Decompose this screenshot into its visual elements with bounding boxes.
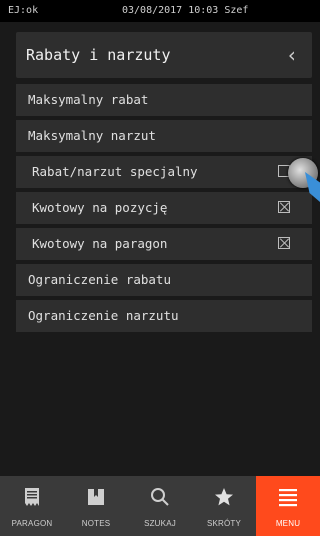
list-item-label: Maksymalny rabat <box>28 92 149 107</box>
nav-label: SZUKAJ <box>144 519 176 528</box>
list-item-maksymalny-rabat[interactable]: Maksymalny rabat <box>16 84 312 116</box>
receipt-icon <box>0 486 64 508</box>
list-item-ograniczenie-narzutu[interactable]: Ograniczenie narzutu <box>16 300 312 332</box>
list-item-label: Ograniczenie rabatu <box>28 272 171 287</box>
nav-label: MENU <box>275 519 301 528</box>
status-bar: EJ:ok 03/08/2017 10:03 Szef <box>0 0 320 22</box>
list-item-label: Kwotowy na paragon <box>32 236 168 251</box>
bottom-navigation: PARAGON NOTES SZUKAJ SKRÓTY MENU <box>0 476 320 536</box>
page-title: Rabaty i narzuty <box>26 46 171 64</box>
list-item-maksymalny-narzut[interactable]: Maksymalny narzut <box>16 120 312 152</box>
nav-menu[interactable]: MENU <box>256 476 320 536</box>
list-item-label: Kwotowy na pozycję <box>32 200 168 215</box>
list-item-label: Rabat/narzut specjalny <box>32 164 198 179</box>
star-icon <box>192 486 256 508</box>
status-left-text: EJ:ok <box>8 5 39 16</box>
list-item-label: Maksymalny narzut <box>28 128 156 143</box>
list-item-kwotowy-na-paragon[interactable]: Kwotowy na paragon <box>16 228 312 260</box>
nav-label: SKRÓTY <box>206 519 242 528</box>
status-datetime-user: 03/08/2017 10:03 Szef <box>122 5 249 16</box>
nav-label: PARAGON <box>11 519 53 528</box>
search-icon <box>128 486 192 508</box>
checkbox-checked[interactable] <box>278 201 290 213</box>
checkbox-checked[interactable] <box>278 237 290 249</box>
settings-list: Maksymalny rabat Maksymalny narzut Rabat… <box>16 84 312 336</box>
nav-szukaj[interactable]: SZUKAJ <box>128 476 192 536</box>
nav-skroty[interactable]: SKRÓTY <box>192 476 256 536</box>
menu-icon <box>256 486 320 508</box>
chevron-left-icon[interactable]: ‹ <box>286 32 298 78</box>
page-header: Rabaty i narzuty ‹ <box>16 32 312 78</box>
notebook-icon <box>64 486 128 508</box>
nav-label: NOTES <box>81 519 111 528</box>
nav-paragon[interactable]: PARAGON <box>0 476 64 536</box>
nav-notes[interactable]: NOTES <box>64 476 128 536</box>
list-item-rabat-narzut-specjalny[interactable]: Rabat/narzut specjalny <box>16 156 312 188</box>
list-item-kwotowy-na-pozycje[interactable]: Kwotowy na pozycję <box>16 192 312 224</box>
list-item-ograniczenie-rabatu[interactable]: Ograniczenie rabatu <box>16 264 312 296</box>
list-item-label: Ograniczenie narzutu <box>28 308 179 323</box>
